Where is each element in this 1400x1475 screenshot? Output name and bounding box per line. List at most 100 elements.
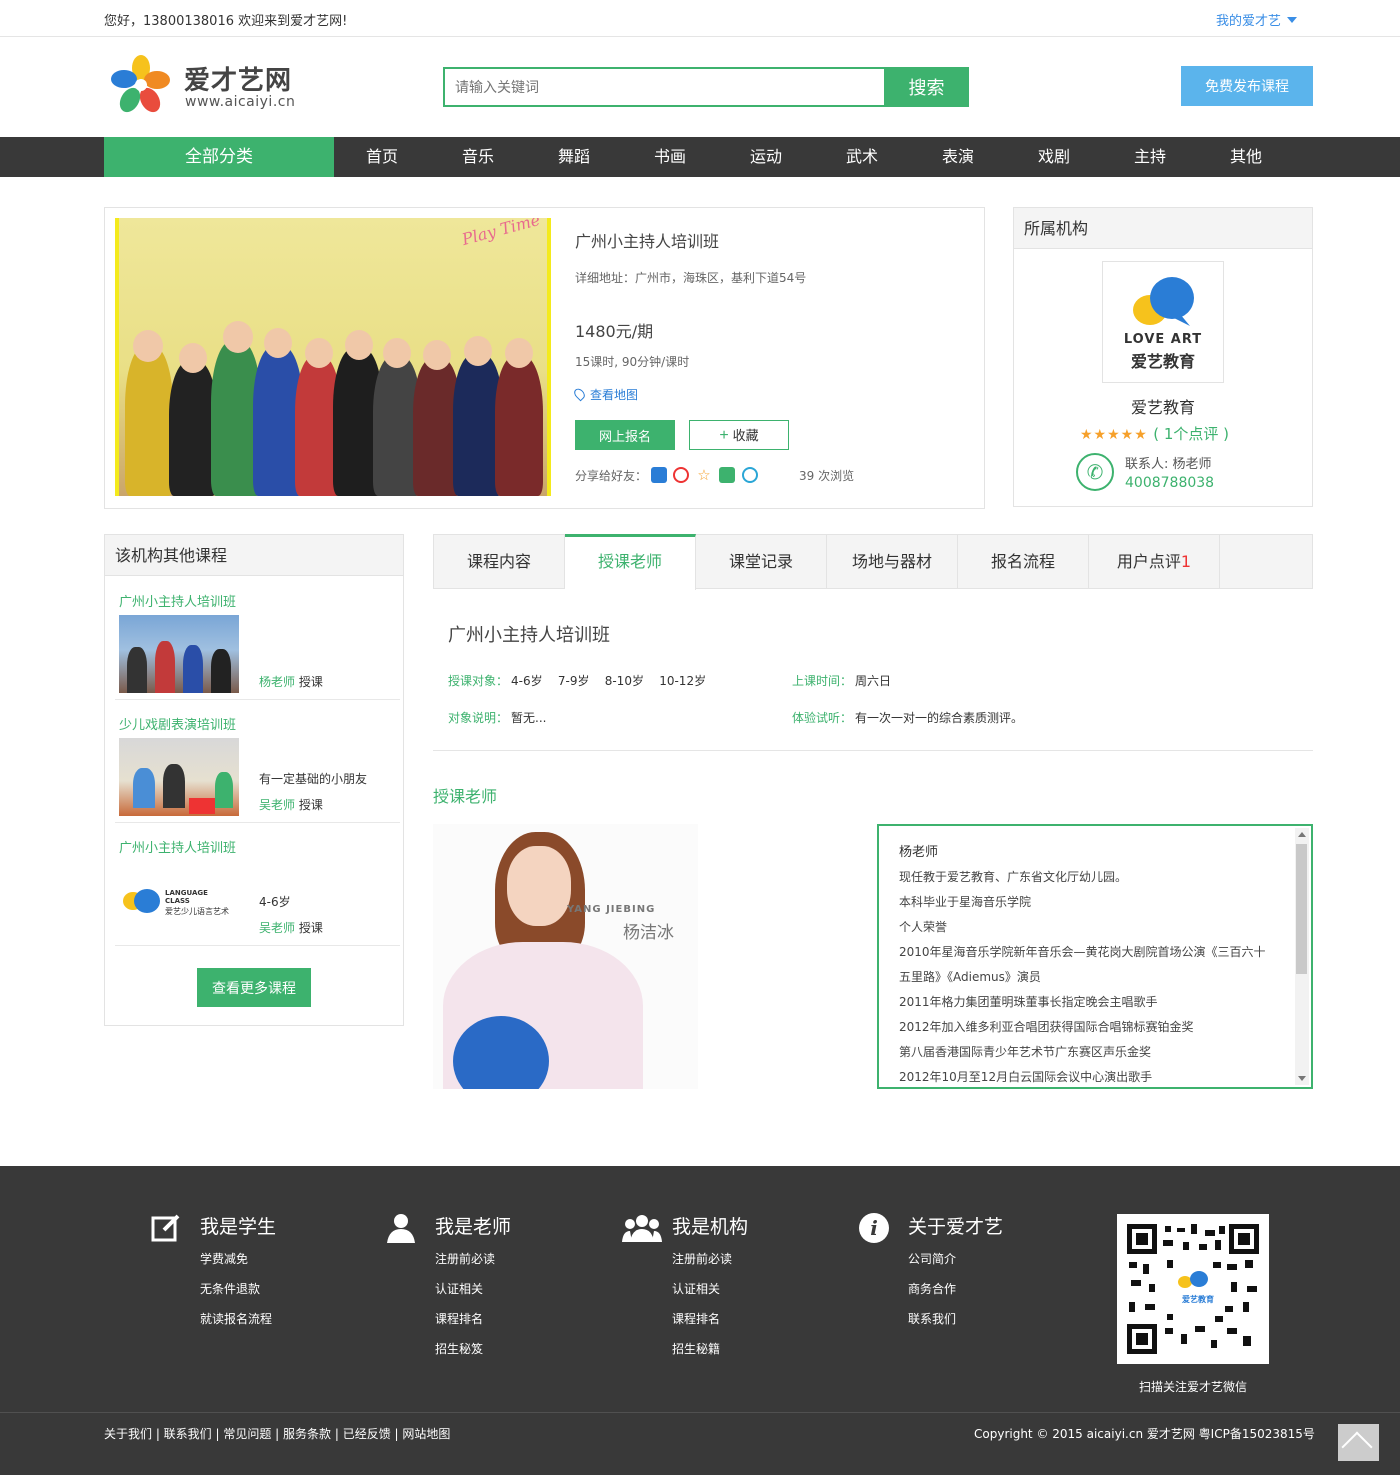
class-time-value: 周六日 (855, 674, 892, 688)
bio-line: 本科毕业于星海音乐学院 (899, 895, 1032, 909)
list-item[interactable]: 广州小主持人培训班 LANGUAGE CLASS 爱艺少儿语言艺术 4-6岁 吴… (115, 823, 400, 946)
favorite-label: 收藏 (732, 428, 759, 443)
nav-item-home[interactable]: 首页 (334, 137, 430, 177)
teacher-suffix: 授课 (298, 921, 323, 935)
scroll-down-icon[interactable] (1298, 1076, 1306, 1081)
signup-button[interactable]: 网上报名 (575, 420, 675, 450)
wechat-share-icon[interactable] (719, 467, 735, 483)
site-logo[interactable]: 爱才艺网 www.aicaiyi.cn (110, 54, 310, 116)
speech-bubbles-icon (1133, 277, 1194, 326)
bio-line: 第八届香港国际青少年艺术节广东赛区声乐金奖 (899, 1045, 1152, 1059)
footer-link[interactable]: 联系我们 (908, 1310, 956, 1327)
org-name: 爱艺教育 (1130, 398, 1195, 417)
teacher-name[interactable]: 吴老师 (259, 921, 295, 935)
teacher-name[interactable]: 吴老师 (259, 798, 295, 812)
bio-line: 现任教于爱艺教育、广东省文化厅幼儿园。 (899, 870, 1128, 884)
back-to-top-button[interactable] (1338, 1424, 1379, 1463)
footer-col-title: 关于爱才艺 (908, 1216, 1004, 1238)
footer-link[interactable]: 课程排名 (672, 1310, 720, 1327)
more-courses-button[interactable]: 查看更多课程 (197, 968, 311, 1007)
chevron-down-icon (1287, 17, 1298, 23)
other-course-thumbnail[interactable]: LANGUAGE CLASS 爱艺少儿语言艺术 (119, 861, 239, 939)
publish-course-button[interactable]: 免费发布课程 (1181, 66, 1313, 106)
bio-scroll-thumb[interactable] (1296, 844, 1307, 974)
search-button[interactable]: 搜索 (884, 67, 969, 107)
teacher-photo: YANG JIEBING 杨洁冰 (433, 824, 698, 1089)
nav-item-performance[interactable]: 表演 (910, 137, 1006, 177)
nav-item-hosting[interactable]: 主持 (1102, 137, 1198, 177)
nav-item-martial-arts[interactable]: 武术 (814, 137, 910, 177)
weibo-share-icon[interactable] (673, 467, 689, 483)
list-item[interactable]: 少儿戏剧表演培训班 有一定基础的小朋友 吴老师 授课 (115, 700, 400, 823)
footer-col-title: 我是机构 (672, 1216, 749, 1238)
all-categories-button[interactable]: 全部分类 (104, 137, 334, 177)
footer-bottom-links[interactable]: 关于我们 | 联系我们 | 常见问题 | 服务条款 | 已经反馈 | 网站地图 (104, 1425, 450, 1442)
my-account-menu[interactable]: 我的爱才艺 (1216, 10, 1298, 29)
nav-item-drama[interactable]: 戏剧 (1006, 137, 1102, 177)
my-account-label: 我的爱才艺 (1216, 14, 1282, 29)
nav-item-music[interactable]: 音乐 (430, 137, 526, 177)
org-logo[interactable]: LOVE ART 爱艺教育 (1102, 261, 1224, 383)
info-icon: i (859, 1213, 889, 1243)
tab-teacher[interactable]: 授课老师 (565, 534, 696, 590)
tab-label: 报名流程 (990, 552, 1055, 571)
tab-label: 场地与器材 (851, 552, 932, 571)
course-summary: Play Time 广州小主持人培训班 详细地址：广州市，海珠区，基利下道54号… (104, 207, 985, 509)
tab-label: 用户点评 (1116, 552, 1181, 571)
favorite-button[interactable]: + 收藏 (689, 420, 789, 450)
tab-label: 课堂记录 (728, 552, 793, 571)
teacher-bio[interactable]: 杨老师 现任教于爱艺教育、广东省文化厅幼儿园。 本科毕业于星海音乐学院 个人荣誉… (877, 824, 1313, 1089)
tab-class-records[interactable]: 课堂记录 (696, 534, 827, 589)
qr-center-label: 爱艺教育 (1182, 1295, 1214, 1304)
star-rating-icon: ★★★★★ (1080, 427, 1148, 443)
nav-item-dance[interactable]: 舞蹈 (526, 137, 622, 177)
logo-name: 爱才艺网 (184, 66, 293, 96)
nav-item-painting[interactable]: 书画 (622, 137, 718, 177)
tab-venue[interactable]: 场地与器材 (827, 534, 958, 589)
other-course-title[interactable]: 广州小主持人培训班 (119, 591, 236, 610)
other-course-thumbnail[interactable] (119, 738, 239, 816)
main-nav: 全部分类 首页 音乐 舞蹈 书画 运动 武术 表演 戏剧 主持 其他 (0, 137, 1400, 177)
photo-caption: Play Time (459, 218, 543, 250)
org-panel-header: 所属机构 (1014, 208, 1312, 249)
qzone-share-icon[interactable] (651, 467, 667, 483)
view-map-link[interactable]: 查看地图 (572, 386, 638, 403)
welcome-text: 您好，13800138016 欢迎来到爱才艺网! (104, 14, 348, 29)
footer-link[interactable]: 无条件退款 (200, 1280, 260, 1297)
speech-bubbles-icon (123, 889, 160, 913)
tab-signup-process[interactable]: 报名流程 (958, 534, 1089, 589)
org-logo-cn: 爱艺教育 (1130, 352, 1195, 371)
list-item[interactable]: 广州小主持人培训班 杨老师 授课 (115, 577, 400, 700)
scroll-up-icon[interactable] (1298, 832, 1306, 837)
footer-link[interactable]: 注册前必读 (435, 1250, 495, 1267)
logo-url: www.aicaiyi.cn (185, 94, 296, 110)
footer-link[interactable]: 认证相关 (672, 1280, 720, 1297)
other-course-thumbnail[interactable] (119, 615, 239, 693)
nav-item-sports[interactable]: 运动 (718, 137, 814, 177)
footer-link[interactable]: 课程排名 (435, 1310, 483, 1327)
nav-item-other[interactable]: 其他 (1198, 137, 1294, 177)
teacher-name[interactable]: 杨老师 (259, 675, 295, 689)
org-rating: ★★★★★ ( 1个点评 ) (1080, 423, 1229, 444)
footer-link[interactable]: 公司简介 (908, 1250, 956, 1267)
language-class-text: LANGUAGE CLASS (165, 889, 208, 905)
footer-link[interactable]: 招生秘笈 (435, 1340, 483, 1357)
footer-link[interactable]: 招生秘籍 (672, 1340, 720, 1357)
footer-link[interactable]: 学费减免 (200, 1250, 248, 1267)
other-course-title[interactable]: 广州小主持人培训班 (119, 837, 236, 856)
divider (0, 1412, 1400, 1413)
footer-link[interactable]: 商务合作 (908, 1280, 956, 1297)
pengyou-share-icon[interactable] (742, 467, 758, 483)
footer-link[interactable]: 认证相关 (435, 1280, 483, 1297)
review-count[interactable]: ( 1个点评 ) (1153, 425, 1229, 443)
search-input[interactable] (443, 67, 885, 107)
tab-reviews[interactable]: 用户点评1 (1089, 534, 1220, 589)
star-share-icon[interactable]: ☆ (696, 467, 712, 483)
plus-icon: + (719, 427, 729, 444)
footer-link[interactable]: 就读报名流程 (200, 1310, 272, 1327)
tab-course-content[interactable]: 课程内容 (434, 534, 565, 589)
footer: 我是学生 学费减免 无条件退款 就读报名流程 我是老师 注册前必读 认证相关 课… (0, 1166, 1400, 1475)
footer-link[interactable]: 注册前必读 (672, 1250, 732, 1267)
other-course-title[interactable]: 少儿戏剧表演培训班 (119, 714, 236, 733)
wechat-qr-code: 爱艺教育 (1117, 1214, 1269, 1364)
